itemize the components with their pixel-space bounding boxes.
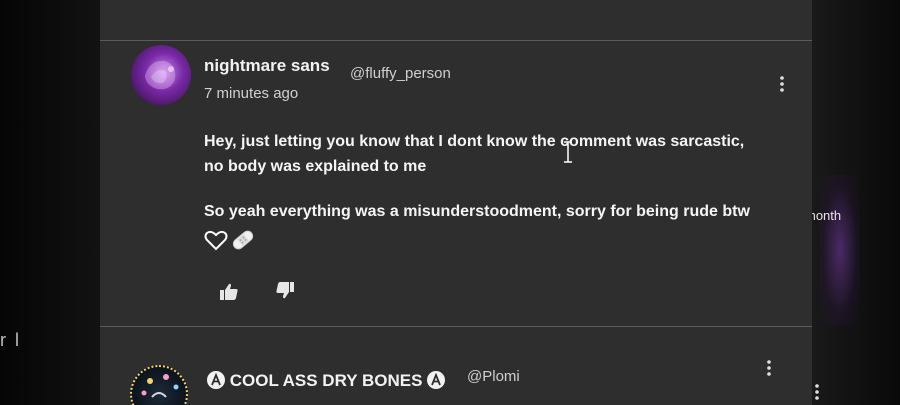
right-purple-glow: [820, 175, 860, 325]
divider-between-comments: [100, 326, 812, 327]
anarchy-symbol-icon: [207, 371, 225, 389]
thumbs-up-icon: [220, 283, 238, 300]
more-vertical-icon: [815, 384, 819, 400]
comment-emoji-row: [204, 228, 256, 252]
comment-list: nightmare sans @fluffy_person 7 minutes …: [100, 0, 812, 405]
comment-body-line-1: Hey, just letting you know that I dont k…: [204, 133, 745, 150]
more-options-button[interactable]: [775, 74, 789, 94]
side-more-options-button[interactable]: [810, 382, 824, 402]
more-options-button[interactable]: [762, 358, 776, 378]
like-button[interactable]: [218, 281, 240, 303]
avatar-art-icon: [145, 60, 176, 90]
comment-author-name[interactable]: nightmare sans: [204, 56, 330, 76]
comment-author-name[interactable]: COOL ASS DRY BONES: [230, 371, 423, 390]
left-edge-text-fragment: r l: [0, 330, 21, 350]
left-background-edge: r l: [0, 0, 100, 405]
text-cursor-icon: [564, 141, 572, 163]
screen: r l month nightmare sans @fluffy_person …: [0, 0, 900, 405]
thumbs-down-icon: [276, 282, 294, 299]
bandage-icon: [232, 230, 254, 250]
avatar[interactable]: [130, 365, 188, 405]
white-heart-icon: [204, 230, 228, 251]
anarchy-symbol-icon: [427, 371, 446, 389]
comment-author-handle[interactable]: @Plomi: [467, 368, 520, 385]
more-vertical-icon: [780, 76, 784, 92]
comment-author-name-row: COOL ASS DRY BONES: [207, 371, 446, 391]
more-vertical-icon: [767, 360, 771, 376]
comment-author-handle[interactable]: @fluffy_person: [350, 65, 451, 82]
comment-body-line-2: no body was explained to me: [204, 158, 427, 175]
divider-top: [100, 40, 812, 41]
right-background-edge: [810, 0, 900, 405]
dislike-button[interactable]: [274, 279, 296, 301]
comment-body-line-3: So yeah everything was a misunderstoodme…: [204, 203, 750, 220]
avatar-art-icon: [141, 374, 179, 398]
comment-timestamp[interactable]: 7 minutes ago: [204, 85, 298, 102]
avatar[interactable]: [131, 45, 191, 105]
